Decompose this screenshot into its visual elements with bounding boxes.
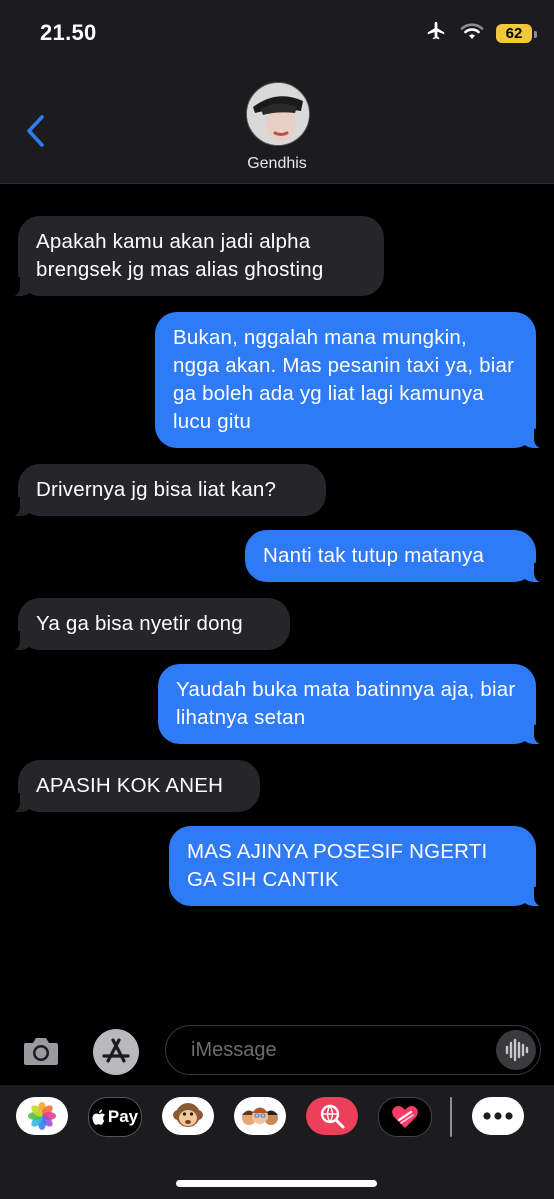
contact-avatar[interactable] [246, 82, 310, 146]
app-tray: Pay [0, 1085, 554, 1199]
status-time: 21.50 [40, 20, 97, 45]
message-text: MAS AJINYA POSESIF NGERTI GA SIH CANTIK [187, 840, 488, 891]
contact-name[interactable]: Gendhis [0, 155, 554, 173]
home-indicator[interactable] [176, 1180, 377, 1187]
battery-icon: 62 [496, 23, 537, 43]
message-text: APASIH KOK ANEH [36, 774, 224, 797]
message-bubble-incoming[interactable]: Drivernya jg bisa liat kan? [6, 464, 326, 517]
more-icon[interactable] [472, 1097, 524, 1135]
back-chevron-icon[interactable] [22, 113, 52, 149]
apple-pay-icon[interactable]: Pay [88, 1097, 142, 1137]
message-input-placeholder: iMessage [191, 1039, 277, 1061]
composer-bar: iMessage [0, 1019, 554, 1085]
message-bubble-incoming[interactable]: APASIH KOK ANEH [6, 760, 260, 813]
message-text: Drivernya jg bisa liat kan? [36, 478, 277, 501]
digital-touch-icon[interactable] [378, 1097, 432, 1137]
conversation-header: 21.50 62 Gendhis [0, 0, 554, 184]
message-bubble-outgoing[interactable]: MAS AJINYA POSESIF NGERTI GA SIH CANTIK [169, 826, 548, 907]
message-bubble-outgoing[interactable]: Nanti tak tutup matanya [245, 530, 548, 583]
message-bubble-incoming[interactable]: Apakah kamu akan jadi alpha brengsek jg … [6, 216, 384, 297]
message-bubble-incoming[interactable]: Ya ga bisa nyetir dong [6, 598, 290, 651]
message-text: Yaudah buka mata batinnya aja, biar liha… [176, 678, 516, 729]
message-bubble-outgoing[interactable]: Bukan, nggalah mana mungkin, ngga akan. … [155, 312, 548, 449]
message-text: Bukan, nggalah mana mungkin, ngga akan. … [173, 326, 515, 433]
camera-icon[interactable] [22, 1035, 60, 1067]
status-indicators: 62 [424, 20, 537, 47]
message-bubble-outgoing[interactable]: Yaudah buka mata batinnya aja, biar liha… [158, 664, 548, 745]
airplane-icon [424, 20, 448, 47]
app-store-icon[interactable] [93, 1029, 139, 1075]
apple-pay-label: Pay [107, 1107, 139, 1126]
message-input[interactable]: iMessage [165, 1025, 541, 1075]
voice-waveform-icon[interactable] [496, 1030, 536, 1070]
photos-icon[interactable] [16, 1097, 68, 1135]
monkey-animoji-icon[interactable] [162, 1097, 214, 1135]
tray-divider [450, 1097, 452, 1137]
search-globe-icon[interactable] [306, 1097, 358, 1135]
message-text: Nanti tak tutup matanya [263, 544, 485, 567]
message-text: Apakah kamu akan jadi alpha brengsek jg … [36, 230, 324, 281]
message-text: Ya ga bisa nyetir dong [36, 612, 243, 635]
memoji-icon[interactable] [234, 1097, 286, 1135]
message-thread: Apakah kamu akan jadi alpha brengsek jg … [0, 183, 554, 1019]
wifi-icon [460, 22, 484, 45]
